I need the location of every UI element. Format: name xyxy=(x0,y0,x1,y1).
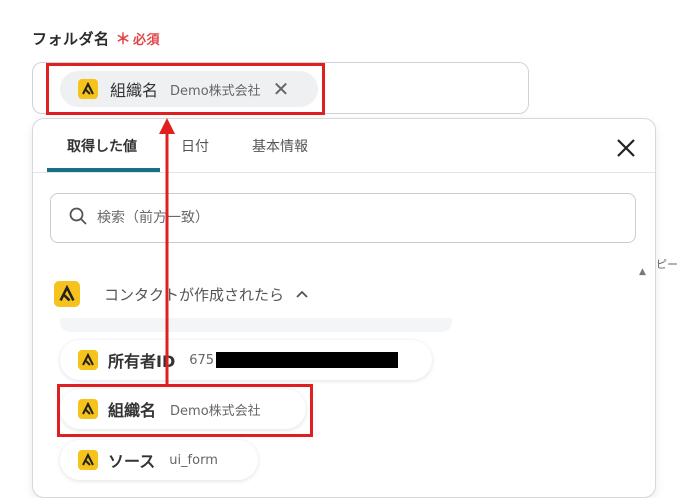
app-logo-icon xyxy=(78,350,98,370)
background-peek-text: ピー xyxy=(656,258,678,271)
section-title: コンタクトが作成されたら xyxy=(104,285,285,304)
scroll-up-icon[interactable]: ▲ xyxy=(639,267,646,277)
field-label: フォルダ名 ＊必須 xyxy=(32,28,160,49)
app-logo-icon xyxy=(78,399,98,419)
item-value: 675 xyxy=(189,352,215,368)
redaction-bar xyxy=(216,352,399,368)
list-fade xyxy=(60,318,452,332)
required-text: 必須 xyxy=(133,33,161,48)
app-logo-icon xyxy=(78,79,98,99)
item-label: 所有者ID xyxy=(108,352,176,371)
app-logo-icon xyxy=(54,281,80,307)
required-star: ＊ xyxy=(115,30,132,48)
search-icon xyxy=(69,207,87,229)
tab-retrieved-values[interactable]: 取得した値 xyxy=(67,136,137,156)
field-label-text: フォルダ名 xyxy=(32,30,110,48)
search-input[interactable] xyxy=(95,209,579,227)
close-icon[interactable] xyxy=(612,134,640,162)
item-label: 組織名 xyxy=(108,401,157,420)
chevron-up-icon xyxy=(296,286,308,302)
list-item-owner-id[interactable]: 所有者ID 675 xyxy=(60,340,432,380)
selected-token[interactable]: 組織名 Demo株式会社 ✕ xyxy=(60,71,318,107)
item-value: Demo株式会社 xyxy=(170,403,261,419)
list-item-source[interactable]: ソース ui_form xyxy=(60,440,258,480)
token-label: 組織名 xyxy=(110,81,159,100)
token-value: Demo株式会社 xyxy=(170,83,261,99)
search-field[interactable] xyxy=(50,193,636,243)
section-header[interactable]: コンタクトが作成されたら xyxy=(54,279,308,309)
tab-divider xyxy=(33,172,655,173)
list-item-org-name[interactable]: 組織名 Demo株式会社 xyxy=(60,389,306,429)
app-logo-icon xyxy=(78,450,98,470)
item-value: ui_form xyxy=(169,452,218,468)
item-label: ソース xyxy=(108,452,156,471)
remove-icon[interactable]: ✕ xyxy=(273,79,290,99)
tab-bar: 取得した値 日付 基本情報 xyxy=(47,130,647,172)
tab-basic-info[interactable]: 基本情報 xyxy=(252,136,308,156)
tab-date[interactable]: 日付 xyxy=(181,136,209,156)
